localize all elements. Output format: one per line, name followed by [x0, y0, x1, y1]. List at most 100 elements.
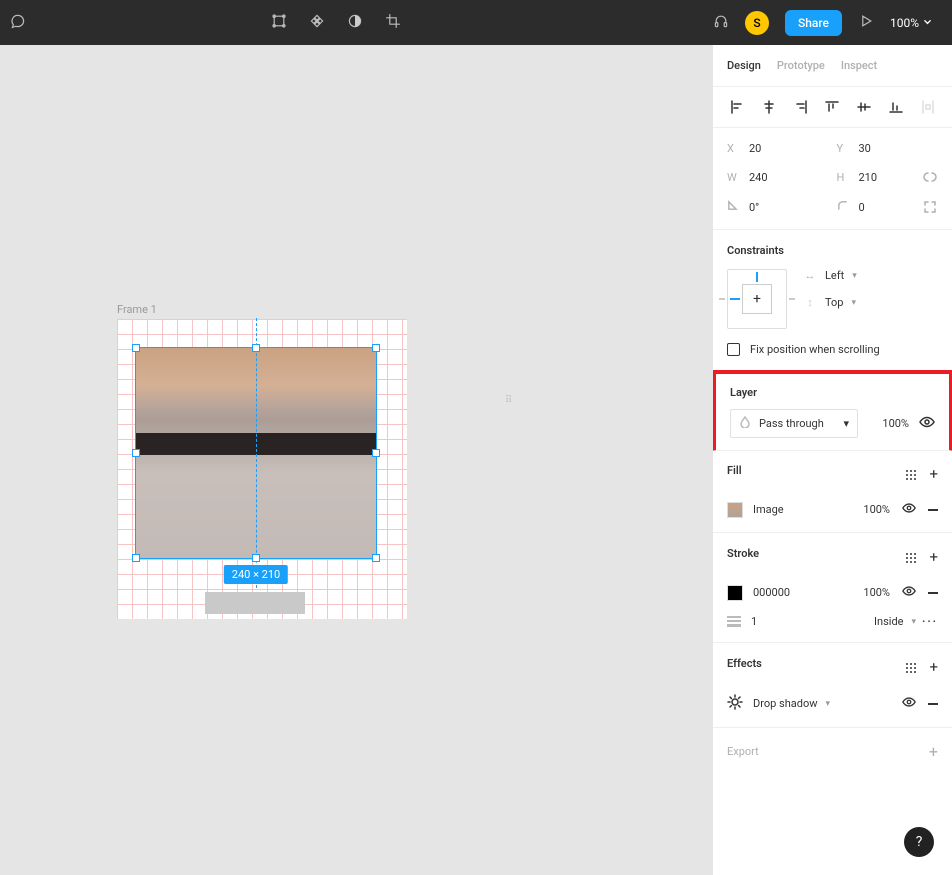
layer-section: Layer Pass through ▾ 100% — [712, 370, 952, 451]
share-button[interactable]: Share — [785, 10, 842, 36]
resize-handle-tr[interactable] — [372, 344, 380, 352]
resize-handle-br[interactable] — [372, 554, 380, 562]
stroke-position-dropdown[interactable]: Inside ▾ — [874, 615, 916, 628]
h-input[interactable]: H210 — [837, 169, 939, 185]
frame-tool-icon[interactable] — [271, 13, 287, 33]
resize-handle-tm[interactable] — [252, 344, 260, 352]
components-icon[interactable] — [309, 13, 325, 33]
fill-title: Fill — [727, 464, 742, 477]
transform-section: X20 Y30 W240 H210 0° 0 — [713, 128, 952, 230]
user-avatar[interactable]: S — [745, 11, 769, 35]
style-picker-icon[interactable] — [905, 552, 917, 567]
cursor-indicator: ⠿ — [505, 395, 513, 406]
chevron-down-icon: ▾ — [912, 617, 917, 627]
constraint-v-dropdown[interactable]: ↕ Top ▾ — [803, 296, 857, 309]
layer-title: Layer — [730, 386, 935, 399]
fill-swatch[interactable] — [727, 502, 743, 518]
checkbox-icon — [727, 343, 740, 356]
remove-stroke-icon[interactable] — [928, 592, 938, 594]
resize-handle-tl[interactable] — [132, 344, 140, 352]
stroke-opacity-input[interactable]: 100% — [863, 586, 890, 599]
stroke-weight-input[interactable]: 1 — [751, 615, 757, 628]
chevron-down-icon: ▾ — [825, 699, 830, 709]
stroke-section: Stroke + 000000 100% 1 Inside ▾ — [713, 533, 952, 643]
constraints-widget[interactable]: + — [727, 269, 787, 329]
dimensions-badge: 240 × 210 — [224, 565, 288, 584]
frame-label[interactable]: Frame 1 — [117, 303, 157, 316]
align-top-icon[interactable] — [822, 97, 842, 117]
resize-handle-rm[interactable] — [372, 449, 380, 457]
add-effect-icon[interactable]: + — [929, 662, 938, 677]
visibility-toggle-icon[interactable] — [902, 501, 916, 518]
mask-icon[interactable] — [347, 13, 363, 33]
x-input[interactable]: X20 — [727, 142, 829, 155]
resize-handle-bm[interactable] — [252, 554, 260, 562]
horizontal-arrow-icon: ↔ — [803, 269, 817, 282]
resize-handle-lm[interactable] — [132, 449, 140, 457]
add-fill-icon[interactable]: + — [929, 469, 938, 484]
layer-opacity-input[interactable]: 100% — [882, 417, 909, 430]
add-stroke-icon[interactable]: + — [929, 552, 938, 567]
style-picker-icon[interactable] — [905, 469, 917, 484]
blend-mode-dropdown[interactable]: Pass through ▾ — [730, 409, 858, 438]
stroke-title: Stroke — [727, 547, 759, 560]
y-input[interactable]: Y30 — [837, 142, 939, 155]
effect-row[interactable]: Drop shadow ▾ — [727, 694, 938, 713]
fix-position-checkbox[interactable]: Fix position when scrolling — [727, 343, 938, 356]
help-button[interactable]: ? — [904, 827, 934, 857]
w-input[interactable]: W240 — [727, 169, 829, 185]
tab-inspect[interactable]: Inspect — [841, 59, 877, 72]
comment-icon[interactable] — [10, 13, 26, 33]
align-bottom-icon[interactable] — [886, 97, 906, 117]
remove-fill-icon[interactable] — [928, 509, 938, 511]
visibility-toggle-icon[interactable] — [919, 414, 935, 433]
export-title: Export — [727, 745, 759, 758]
tab-design[interactable]: Design — [727, 59, 761, 72]
chevron-down-icon: ▾ — [852, 271, 857, 281]
effect-settings-icon[interactable] — [727, 694, 743, 713]
align-vcenter-icon[interactable] — [854, 97, 874, 117]
selected-image[interactable]: 240 × 210 — [136, 348, 376, 558]
rotation-input[interactable]: 0° — [727, 199, 829, 215]
remove-effect-icon[interactable] — [928, 703, 938, 705]
frame[interactable]: 240 × 210 — [117, 319, 407, 619]
stroke-row[interactable]: 000000 100% — [727, 584, 938, 601]
top-toolbar: S Share 100% — [0, 0, 952, 45]
alignment-guide — [256, 318, 257, 588]
corner-radius-icon — [837, 200, 849, 214]
fill-row[interactable]: Image 100% — [727, 501, 938, 518]
canvas[interactable]: Frame 1 240 × 210 ⠿ — [0, 45, 712, 875]
constraint-h-dropdown[interactable]: ↔ Left ▾ — [803, 269, 857, 282]
crop-icon[interactable] — [385, 13, 401, 33]
shadow-preview — [205, 592, 305, 614]
tab-prototype[interactable]: Prototype — [777, 59, 825, 72]
stroke-swatch[interactable] — [727, 585, 743, 601]
effect-type-dropdown[interactable]: Drop shadow ▾ — [753, 697, 830, 710]
add-export-icon[interactable]: + — [929, 742, 938, 761]
fill-opacity-input[interactable]: 100% — [863, 503, 890, 516]
fill-section: Fill + Image 100% — [713, 450, 952, 533]
corner-radius-input[interactable]: 0 — [837, 199, 939, 215]
align-right-icon[interactable] — [791, 97, 811, 117]
zoom-dropdown[interactable]: 100% — [890, 16, 932, 30]
play-icon[interactable] — [858, 13, 874, 33]
align-left-icon[interactable] — [727, 97, 747, 117]
distribute-icon — [918, 97, 938, 117]
independent-corners-icon[interactable] — [922, 199, 938, 215]
align-hcenter-icon[interactable] — [759, 97, 779, 117]
stroke-advanced-icon[interactable]: ··· — [922, 615, 938, 628]
visibility-toggle-icon[interactable] — [902, 695, 916, 712]
effects-section: Effects + Drop shadow ▾ — [713, 643, 952, 728]
zoom-value: 100% — [890, 16, 919, 30]
chevron-down-icon: ▾ — [843, 417, 849, 430]
constraints-title: Constraints — [727, 244, 938, 257]
effects-title: Effects — [727, 657, 762, 670]
link-dimensions-icon[interactable] — [922, 169, 938, 185]
properties-panel: Design Prototype Inspect X20 Y30 W240 H2… — [712, 45, 952, 875]
visibility-toggle-icon[interactable] — [902, 584, 916, 601]
vertical-arrow-icon: ↕ — [803, 296, 817, 309]
resize-handle-bl[interactable] — [132, 554, 140, 562]
headphones-icon[interactable] — [713, 13, 729, 33]
angle-icon — [727, 200, 739, 214]
style-picker-icon[interactable] — [905, 662, 917, 677]
